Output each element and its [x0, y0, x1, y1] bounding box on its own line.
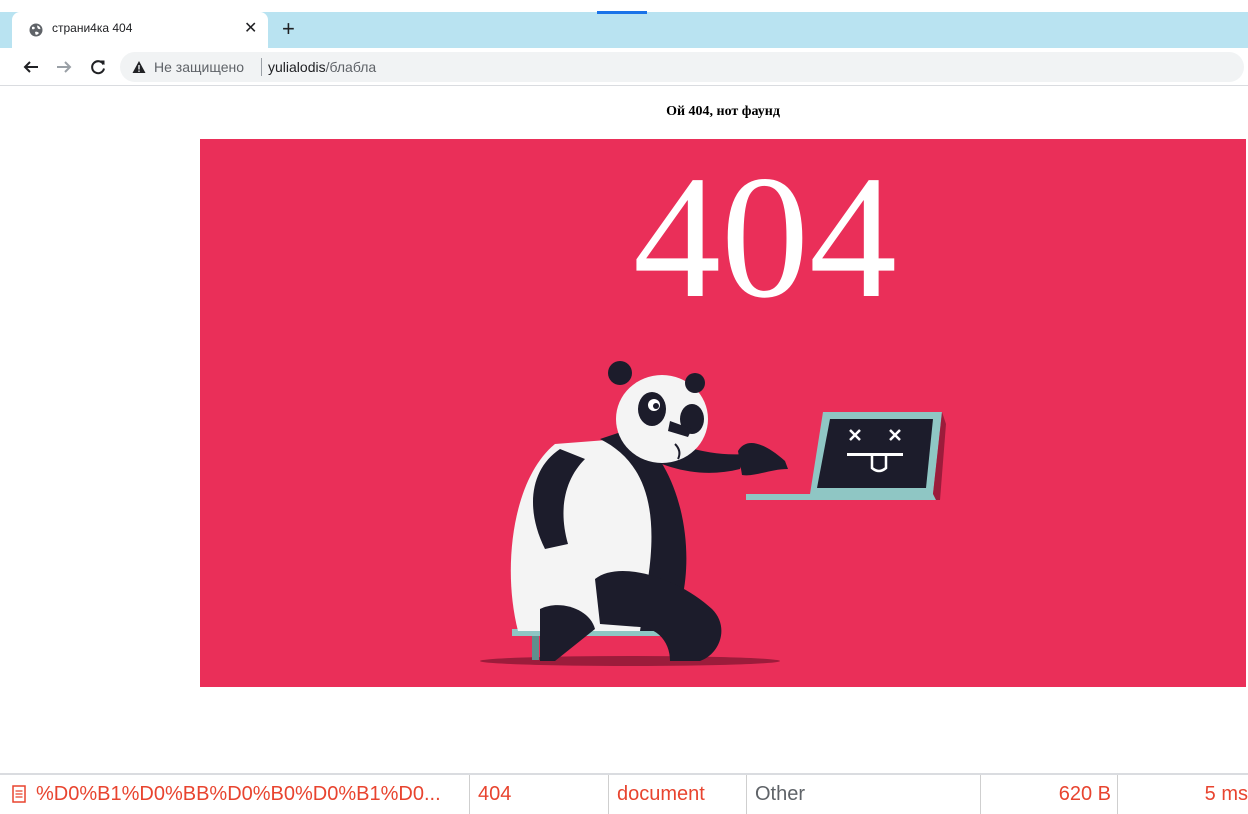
panda-ear: [608, 361, 632, 385]
request-time: 5 ms: [1204, 783, 1248, 805]
omnibox-separator: [261, 58, 262, 76]
address-bar[interactable]: Не защищено yulialodis/блабла: [120, 52, 1244, 82]
tab-title: страни4ка 404: [52, 21, 133, 35]
request-type: document: [617, 783, 705, 805]
request-status: 404: [478, 783, 512, 805]
plus-icon[interactable]: +: [282, 17, 295, 41]
bench-leg: [532, 636, 539, 660]
globe-icon: [29, 23, 43, 37]
warning-icon: [132, 61, 146, 73]
request-name: %D0%B1%D0%BB%D0%B0%D0%B1%D0...: [36, 783, 441, 805]
request-initiator-cell[interactable]: Other: [747, 775, 981, 814]
panda-leg: [595, 570, 722, 661]
error-illustration: 404: [200, 139, 1246, 687]
tab-active[interactable]: страни4ка 404 ✕: [12, 12, 268, 48]
panda-with-laptop-illustration: [480, 361, 946, 666]
browser-toolbar: Не защищено yulialodis/блабла: [0, 48, 1248, 86]
url-host: yulialodis: [268, 59, 326, 75]
request-size-cell[interactable]: 620 B: [981, 775, 1118, 814]
forward-arrow-icon: [57, 61, 72, 73]
document-icon: [12, 785, 26, 803]
laptop-mouth: [847, 453, 903, 456]
panda-hand: [738, 442, 788, 476]
back-arrow-icon: [23, 61, 38, 73]
back-button[interactable]: [20, 56, 42, 78]
panda-pupil: [653, 403, 659, 409]
forward-button[interactable]: [53, 56, 75, 78]
url-path: /блабла: [325, 59, 377, 75]
request-type-cell[interactable]: document: [609, 775, 747, 814]
network-request-row[interactable]: %D0%B1%D0%BB%D0%B0%D0%B1%D0... 404 docum…: [0, 773, 1248, 814]
url-text[interactable]: yulialodis/блабла: [268, 59, 376, 75]
request-time-cell[interactable]: 5 ms: [1118, 775, 1248, 814]
floor-shadow: [480, 656, 780, 666]
security-label[interactable]: Не защищено: [154, 59, 244, 75]
tab-strip: страни4ка 404 ✕ +: [0, 12, 1248, 48]
request-initiator: Other: [755, 783, 806, 805]
request-size: 620 B: [1058, 783, 1111, 805]
reload-icon: [91, 60, 105, 75]
page-title: Ой 404, нот фаунд: [666, 104, 780, 119]
panda-ear: [685, 373, 705, 393]
request-name-cell[interactable]: %D0%B1%D0%BB%D0%B0%D0%B1%D0...: [0, 775, 470, 814]
close-icon[interactable]: ✕: [244, 20, 257, 38]
tab-strip-accent: [597, 11, 647, 14]
reload-button[interactable]: [87, 56, 109, 78]
laptop-base: [746, 494, 936, 500]
request-status-cell[interactable]: 404: [470, 775, 609, 814]
